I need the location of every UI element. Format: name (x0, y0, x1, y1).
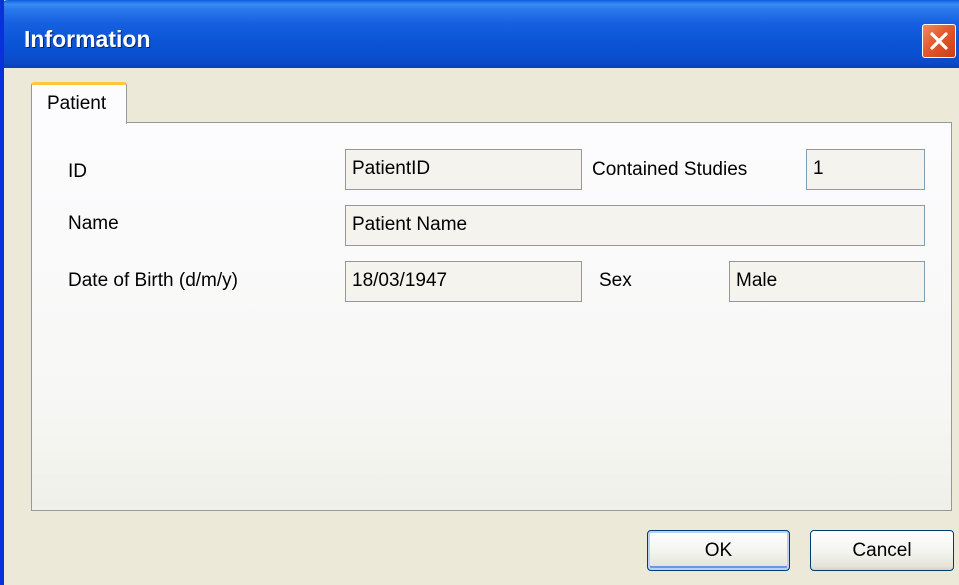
patient-tab-panel: ID PatientID Contained Studies 1 Name Pa… (31, 122, 952, 511)
name-label: Name (68, 213, 119, 234)
date-of-birth-label: Date of Birth (d/m/y) (68, 270, 238, 291)
window-title: Information (24, 26, 151, 52)
ok-button[interactable]: OK (647, 530, 790, 571)
id-label: ID (68, 161, 87, 182)
contained-studies-label: Contained Studies (592, 159, 748, 180)
id-field[interactable]: PatientID (345, 149, 582, 190)
information-dialog: Information Patient ID PatientID Contain… (0, 0, 959, 585)
tab-patient[interactable]: Patient (31, 82, 127, 124)
sex-field[interactable]: Male (729, 261, 925, 302)
close-icon (930, 32, 948, 50)
title-bar[interactable]: Information (4, 0, 959, 68)
contained-studies-field[interactable]: 1 (806, 149, 925, 190)
date-of-birth-field[interactable]: 18/03/1947 (345, 261, 582, 302)
close-button[interactable] (922, 24, 956, 58)
sex-label: Sex (599, 270, 632, 291)
name-field[interactable]: Patient Name (345, 205, 925, 246)
tab-patient-label: Patient (47, 93, 107, 114)
cancel-button[interactable]: Cancel (810, 530, 954, 571)
